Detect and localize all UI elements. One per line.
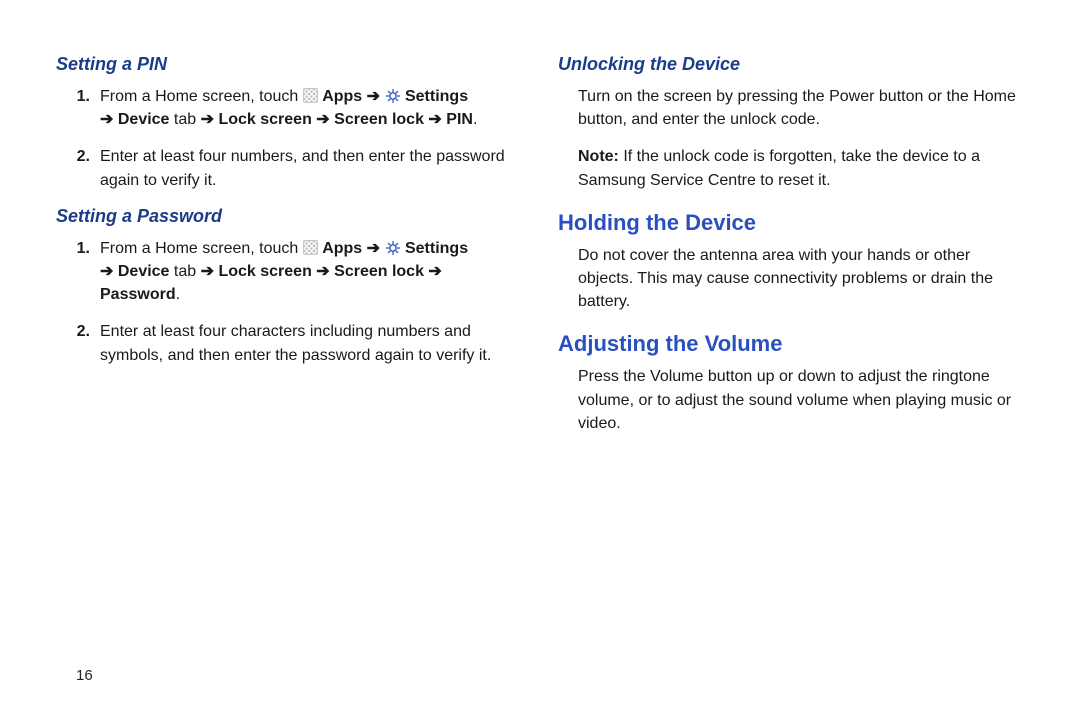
arrow-icon: ➔ (367, 88, 380, 105)
right-column: Unlocking the Device Turn on the screen … (558, 48, 1024, 445)
note-label: Note: (578, 148, 623, 165)
text-fragment: tab (174, 111, 201, 128)
step-number: 2. (76, 145, 100, 191)
steps-setting-password: 1. From a Home screen, touch Apps ➔ Sett… (56, 237, 522, 367)
apps-grid-icon (303, 240, 318, 255)
arrow-icon: ➔ (428, 263, 441, 280)
settings-gear-icon (385, 240, 401, 256)
settings-label: Settings (405, 240, 468, 257)
heading-volume: Adjusting the Volume (558, 331, 1024, 357)
arrow-icon: ➔ (100, 111, 113, 128)
heading-setting-pin: Setting a PIN (56, 54, 522, 75)
heading-unlocking: Unlocking the Device (558, 54, 1024, 75)
heading-holding: Holding the Device (558, 210, 1024, 236)
period: . (473, 111, 477, 128)
step-number: 1. (76, 85, 100, 131)
text-bold: Device (118, 111, 170, 128)
text-bold: Device (118, 263, 170, 280)
step-pin-1: 1. From a Home screen, touch Apps ➔ Sett… (76, 85, 522, 131)
paragraph-volume: Press the Volume button up or down to ad… (558, 365, 1024, 435)
arrow-icon: ➔ (428, 111, 441, 128)
arrow-icon: ➔ (367, 240, 380, 257)
text-bold: PIN (446, 111, 473, 128)
step-password-1: 1. From a Home screen, touch Apps ➔ Sett… (76, 237, 522, 307)
page-columns: Setting a PIN 1. From a Home screen, tou… (56, 48, 1024, 445)
steps-setting-pin: 1. From a Home screen, touch Apps ➔ Sett… (56, 85, 522, 192)
settings-label: Settings (405, 88, 468, 105)
note-body: If the unlock code is forgotten, take th… (578, 148, 980, 188)
step-pin-2: 2. Enter at least four numbers, and then… (76, 145, 522, 191)
arrow-icon: ➔ (201, 111, 214, 128)
apps-grid-icon (303, 88, 318, 103)
arrow-icon: ➔ (316, 263, 329, 280)
paragraph-holding: Do not cover the antenna area with your … (558, 244, 1024, 314)
left-column: Setting a PIN 1. From a Home screen, tou… (56, 48, 522, 445)
text-fragment: From a Home screen, touch (100, 88, 303, 105)
text-bold: Lock screen (218, 111, 316, 128)
text-bold: Lock screen (218, 263, 316, 280)
step-body: Enter at least four numbers, and then en… (100, 145, 522, 191)
arrow-icon: ➔ (201, 263, 214, 280)
step-password-2: 2. Enter at least four characters includ… (76, 320, 522, 366)
settings-gear-icon (385, 88, 401, 104)
text-fragment: From a Home screen, touch (100, 240, 303, 257)
arrow-icon: ➔ (316, 111, 329, 128)
heading-setting-password: Setting a Password (56, 206, 522, 227)
step-body: From a Home screen, touch Apps ➔ Setting… (100, 85, 522, 131)
page-number: 16 (76, 667, 93, 684)
arrow-icon: ➔ (100, 263, 113, 280)
step-number: 2. (76, 320, 100, 366)
step-number: 1. (76, 237, 100, 307)
step-body: From a Home screen, touch Apps ➔ Setting… (100, 237, 522, 307)
period: . (176, 286, 180, 303)
apps-label: Apps (322, 240, 366, 257)
paragraph-unlocking: Turn on the screen by pressing the Power… (558, 85, 1024, 131)
apps-label: Apps (322, 88, 366, 105)
step-body: Enter at least four characters including… (100, 320, 522, 366)
text-bold: Screen lock (334, 111, 428, 128)
text-fragment: tab (174, 263, 201, 280)
text-bold: Screen lock (334, 263, 428, 280)
note-unlocking: Note: If the unlock code is forgotten, t… (558, 145, 1024, 191)
text-bold: Password (100, 286, 176, 303)
